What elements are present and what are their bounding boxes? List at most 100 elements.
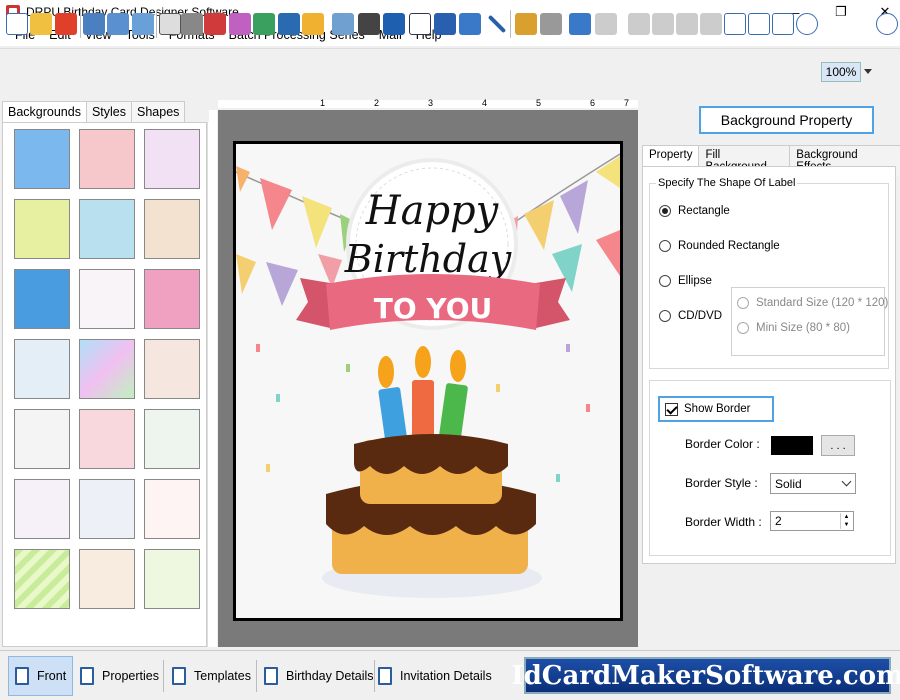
redo-icon[interactable] [595,13,617,35]
text-box-icon[interactable] [409,13,431,35]
tab-properties[interactable]: Properties [74,656,165,696]
radio-dot[interactable] [659,275,671,287]
invitation-details-icon [378,667,392,685]
radio-standard-size[interactable]: Standard Size (120 * 120) [737,297,888,309]
background-thumb[interactable] [14,479,70,539]
zoom-out-icon[interactable] [876,13,898,35]
radio-dot[interactable] [659,205,671,217]
border-width-stepper[interactable]: 2 ▲ ▼ [770,511,854,531]
background-thumb[interactable] [79,129,135,189]
zoom-in-icon[interactable] [796,13,818,35]
ruler-mark: 6 [590,98,596,108]
app-window: DRPU Birthday Card Designer Software — ❐… [0,0,900,700]
paste-icon[interactable] [676,13,698,35]
tab-invitation-details[interactable]: Invitation Details [372,656,498,696]
background-thumb[interactable] [144,409,200,469]
background-thumb[interactable] [79,549,135,609]
database-icon[interactable] [515,13,537,35]
background-thumb[interactable] [14,129,70,189]
export-icon[interactable] [132,13,154,35]
background-thumb[interactable] [144,199,200,259]
delete-icon[interactable] [700,13,722,35]
database-gray-icon[interactable] [540,13,562,35]
background-thumb[interactable] [14,409,70,469]
barcode-icon[interactable] [358,13,380,35]
radio-label: CD/DVD [678,310,723,322]
background-thumb[interactable] [14,339,70,399]
pen-icon[interactable] [278,13,300,35]
ruler-mark: 1 [320,98,326,108]
copy-icon[interactable] [652,13,674,35]
email-icon[interactable] [459,13,481,35]
radio-rectangle[interactable]: Rectangle [659,205,730,217]
tab-label: Properties [102,669,159,683]
border-color-browse-button[interactable]: . . . [821,435,855,456]
print-icon[interactable] [181,13,203,35]
border-style-select[interactable]: Solid [770,473,856,494]
background-thumb[interactable] [144,129,200,189]
background-thumb[interactable] [79,339,135,399]
background-thumb[interactable] [144,339,200,399]
signature-icon[interactable] [434,13,456,35]
border-color-swatch[interactable] [771,436,813,455]
stepper-arrows-icon[interactable]: ▲ ▼ [840,513,852,529]
border-style-label: Border Style : [685,476,758,490]
text-icon[interactable] [383,13,405,35]
tab-birthday-details[interactable]: Birthday Details [258,656,380,696]
radio-mini-size[interactable]: Mini Size (80 * 80) [737,322,850,334]
new-icon[interactable] [6,13,28,35]
toolbar [0,48,900,98]
save-as-icon[interactable] [107,13,129,35]
tab-property[interactable]: Property [642,145,700,167]
tab-shapes[interactable]: Shapes [131,101,186,123]
tab-styles[interactable]: Styles [85,101,133,123]
maximize-button[interactable]: ❐ [818,0,864,24]
show-border-checkbox[interactable]: Show Border [658,396,774,422]
tab-backgrounds[interactable]: Backgrounds [2,101,87,124]
background-thumb[interactable] [14,549,70,609]
properties-icon[interactable] [159,13,181,35]
copy-design-icon[interactable] [204,13,226,35]
background-thumb[interactable] [14,199,70,259]
tab-templates[interactable]: Templates [166,656,257,696]
cut-icon[interactable] [628,13,650,35]
grid-icon[interactable] [724,13,746,35]
ruler-mark: 2 [374,98,380,108]
background-thumb[interactable] [79,199,135,259]
gift-icon[interactable] [229,13,251,35]
save-icon[interactable] [83,13,105,35]
background-thumb[interactable] [79,479,135,539]
background-thumb[interactable] [14,269,70,329]
tab-front[interactable]: Front [8,656,74,696]
chevron-down-icon [841,476,852,487]
background-thumb[interactable] [144,479,200,539]
zoom-level[interactable]: 100% [821,62,861,82]
picture-icon[interactable] [302,13,324,35]
wordart-icon[interactable] [332,13,354,35]
fit-window-icon[interactable] [772,13,794,35]
border-style-value: Solid [775,476,802,491]
radio-label: Rectangle [678,205,730,217]
background-thumb[interactable] [79,269,135,329]
radio-dot[interactable] [659,310,671,322]
open-folder-icon[interactable] [30,13,52,35]
radio-ellipse[interactable]: Ellipse [659,275,712,287]
actual-size-icon[interactable] [748,13,770,35]
tab-label: Front [37,669,67,683]
undo-icon[interactable] [569,13,591,35]
background-property-button[interactable]: Background Property [699,106,874,134]
checkbox-check-icon[interactable] [665,402,678,416]
zoom-dropdown-icon[interactable] [864,69,872,74]
background-thumb[interactable] [144,549,200,609]
background-thumb[interactable] [79,409,135,469]
radio-dot[interactable] [659,240,671,252]
birthday-card[interactable]: Happy Birthday TO YOU [233,141,623,621]
radio-cd-dvd[interactable]: CD/DVD [659,310,722,322]
radio-dot[interactable] [737,322,749,334]
background-thumb[interactable] [144,269,200,329]
close-file-icon[interactable] [55,13,77,35]
image-icon[interactable] [253,13,275,35]
website-banner[interactable]: IdCardMakerSoftware.com [511,657,900,694]
radio-rounded-rectangle[interactable]: Rounded Rectangle [659,240,780,252]
radio-dot[interactable] [737,297,749,309]
